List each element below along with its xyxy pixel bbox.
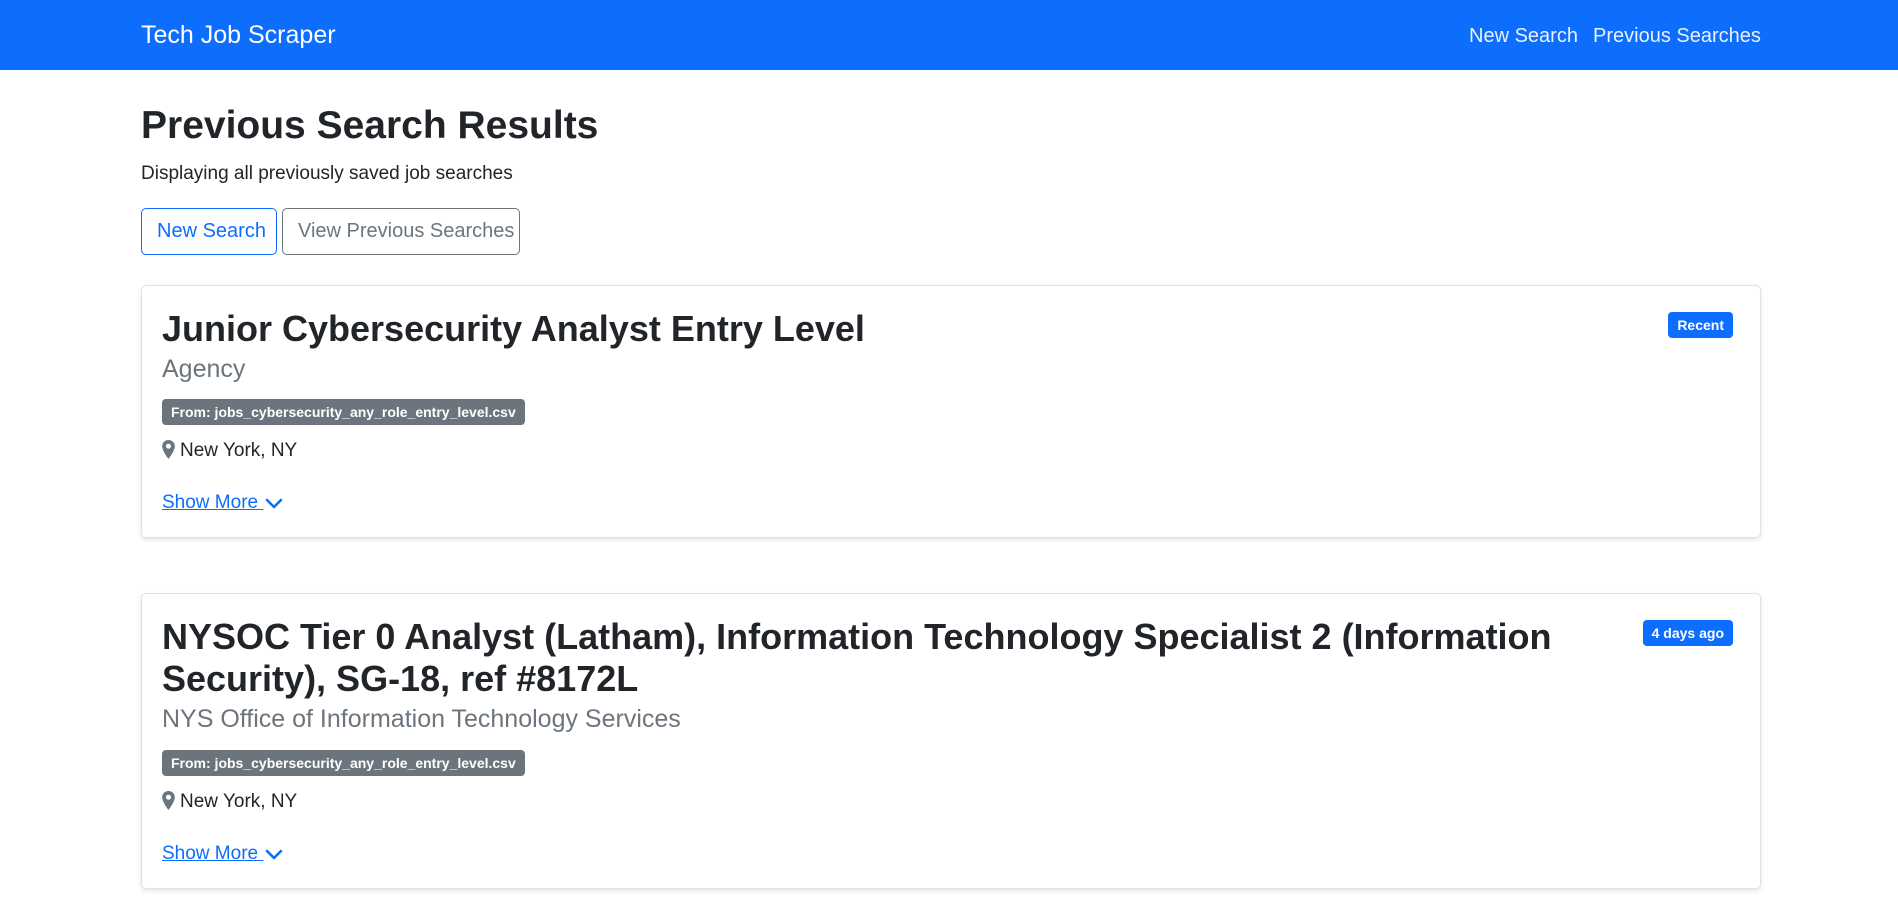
job-location-text: New York, NY	[180, 791, 298, 812]
map-pin-icon	[162, 791, 175, 810]
date-badge: 4 days ago	[1642, 620, 1733, 646]
show-more-link[interactable]: Show More	[162, 490, 283, 516]
map-pin-icon	[162, 440, 175, 459]
job-company: Agency	[162, 355, 246, 383]
job-location-text: New York, NY	[180, 440, 298, 461]
page-title: Previous Search Results	[141, 104, 599, 147]
nav-link-previous-searches[interactable]: Previous Searches	[1593, 22, 1761, 50]
job-title: Junior Cybersecurity Analyst Entry Level	[162, 308, 865, 349]
navbar-brand[interactable]: Tech Job Scraper	[141, 18, 336, 52]
page-subtitle: Displaying all previously saved job sear…	[141, 163, 513, 184]
job-card: Junior Cybersecurity Analyst Entry Level…	[141, 285, 1761, 538]
job-card: NYSOC Tier 0 Analyst (Latham), Informati…	[141, 593, 1761, 889]
job-title: NYSOC Tier 0 Analyst (Latham), Informati…	[162, 616, 1552, 699]
new-search-button[interactable]: New Search	[141, 208, 277, 255]
nav-link-new-search[interactable]: New Search	[1469, 22, 1578, 50]
show-more-label[interactable]: Show More	[162, 492, 258, 513]
top-navbar: Tech Job Scraper New Search Previous Sea…	[0, 0, 1898, 70]
show-more-link[interactable]: Show More	[162, 841, 283, 867]
view-previous-searches-button[interactable]: View Previous Searches	[282, 208, 520, 255]
source-badge: From: jobs_cybersecurity_any_role_entry_…	[162, 750, 525, 776]
job-company: NYS Office of Information Technology Ser…	[162, 705, 681, 733]
source-badge: From: jobs_cybersecurity_any_role_entry_…	[162, 399, 525, 425]
job-location: New York, NY	[162, 789, 297, 815]
chevron-down-icon[interactable]	[265, 498, 283, 510]
job-location: New York, NY	[162, 438, 297, 464]
show-more-label[interactable]: Show More	[162, 843, 258, 864]
chevron-down-icon[interactable]	[265, 849, 283, 861]
date-badge: Recent	[1668, 312, 1733, 338]
